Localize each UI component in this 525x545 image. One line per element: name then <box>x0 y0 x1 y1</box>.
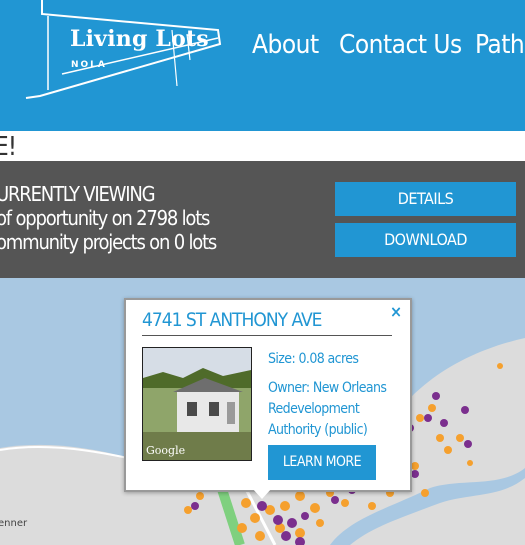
living-lots-logo[interactable]: Living Lots NOLA <box>22 0 222 102</box>
stats-bar: URRENTLY VIEWING of opportunity on 2798 … <box>0 161 525 278</box>
map-place-label: enner <box>0 518 28 529</box>
download-button[interactable]: DOWNLOAD <box>335 223 516 257</box>
details-button[interactable]: DETAILS <box>335 182 516 216</box>
nav-pathways[interactable]: Pathw <box>475 30 525 60</box>
learn-more-button[interactable]: LEARN MORE <box>268 445 376 480</box>
stats-opportunity-count: of opportunity on 2798 lots <box>0 206 210 230</box>
headline-text: E! <box>0 132 17 162</box>
nav-contact-us[interactable]: Contact Us <box>339 30 462 60</box>
headline-strip: E! <box>0 131 525 162</box>
lot-popup: 4741 ST ANTHONY AVE × Google Size: 0.08 … <box>124 298 412 492</box>
popup-pointer <box>252 488 272 499</box>
popup-info: Size: 0.08 acres Owner: New Orleans Rede… <box>268 349 398 441</box>
logo-subtitle: NOLA <box>71 60 107 70</box>
popup-address[interactable]: 4741 ST ANTHONY AVE <box>142 309 392 336</box>
stats-projects-count: ommunity projects on 0 lots <box>0 230 217 254</box>
stats-heading: URRENTLY VIEWING <box>0 182 156 206</box>
site-header: Living Lots NOLA About Contact Us Pathw <box>0 0 525 131</box>
lot-size: Size: 0.08 acres <box>268 351 359 367</box>
logo-title: Living Lots <box>70 26 209 52</box>
nav-about[interactable]: About <box>252 30 319 60</box>
lot-photo: Google <box>142 347 252 461</box>
google-credit: Google <box>146 444 186 457</box>
lot-owner: Owner: New Orleans Redevelopment Authori… <box>268 380 387 438</box>
close-icon[interactable]: × <box>388 304 404 320</box>
